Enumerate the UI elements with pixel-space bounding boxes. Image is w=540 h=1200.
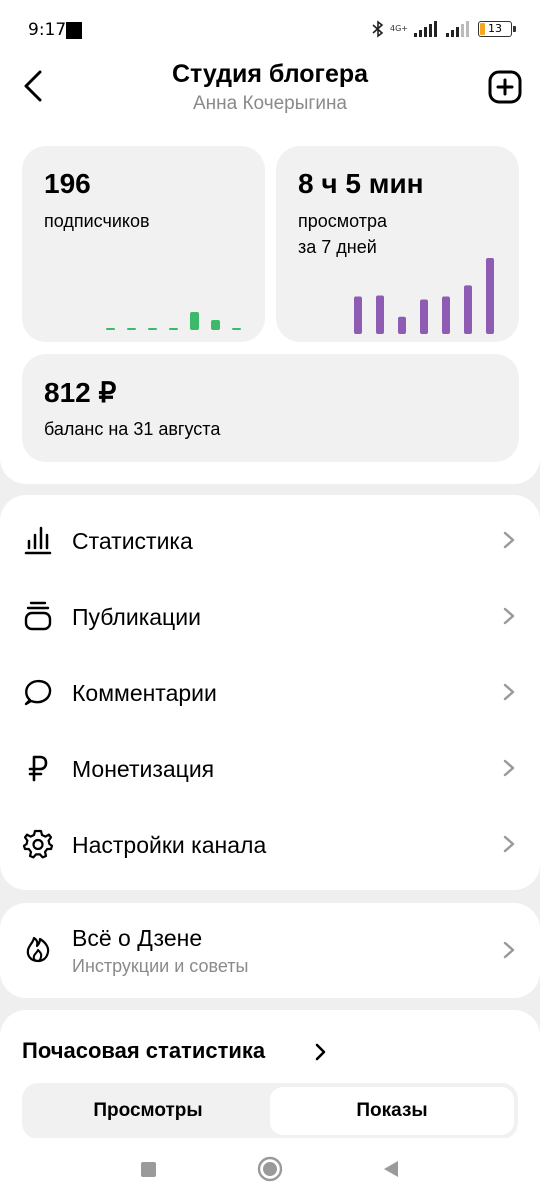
menu-label-monetization: Монетизация bbox=[72, 756, 215, 782]
flame-icon bbox=[26, 936, 50, 963]
signal-icon bbox=[414, 21, 437, 37]
hourly-tabs: Просмотры Показы bbox=[22, 1083, 518, 1139]
status-bar: 9:17 4G+ 13 bbox=[0, 0, 540, 60]
views-label-line1: просмотра bbox=[298, 211, 388, 231]
subscribers-bar bbox=[127, 328, 136, 330]
subscribers-bar bbox=[148, 328, 157, 330]
views-time: 8 ч 5 мин bbox=[298, 168, 424, 199]
system-nav-bar bbox=[0, 1138, 540, 1200]
subscribers-label: подписчиков bbox=[44, 211, 150, 231]
chevron-right-icon bbox=[503, 941, 515, 959]
channel-name: Анна Кочерыгина bbox=[192, 93, 347, 114]
subscribers-sparkline bbox=[106, 312, 241, 330]
speech-bubble-icon bbox=[24, 679, 52, 706]
chevron-right-icon bbox=[503, 607, 515, 625]
menu-card: Статистика Публикации Комментарии Монети… bbox=[0, 495, 540, 890]
hourly-stats-title[interactable]: Почасовая статистика bbox=[22, 1038, 265, 1064]
subscribers-bar bbox=[190, 312, 199, 330]
views-bar bbox=[486, 258, 494, 334]
views-bar bbox=[376, 295, 384, 334]
views-tile[interactable]: 8 ч 5 мин просмотра за 7 дней bbox=[276, 146, 519, 342]
status-time: 9:17 bbox=[28, 20, 67, 40]
balance-tile[interactable]: 812 ₽ баланс на 31 августа bbox=[22, 354, 519, 462]
about-zen-card[interactable]: Всё о Дзене Инструкции и советы bbox=[0, 903, 540, 998]
add-button[interactable] bbox=[488, 70, 522, 104]
home-icon[interactable] bbox=[255, 1154, 285, 1184]
subscribers-bar bbox=[106, 328, 115, 330]
chevron-right-icon bbox=[503, 835, 515, 853]
views-bar bbox=[420, 299, 428, 334]
battery-level: 13 bbox=[488, 22, 502, 35]
menu-label-publications: Публикации bbox=[72, 604, 201, 630]
studio-summary-card: Студия блогера Анна Кочерыгина 196 подпи… bbox=[0, 60, 540, 484]
balance-label: баланс на 31 августа bbox=[44, 419, 221, 439]
recent-apps-icon[interactable] bbox=[133, 1154, 163, 1184]
menu-item-statistics[interactable]: Статистика bbox=[0, 502, 540, 578]
views-bar bbox=[354, 296, 362, 334]
zen-subtitle: Инструкции и советы bbox=[72, 956, 249, 976]
menu-label-statistics: Статистика bbox=[72, 528, 193, 554]
subscribers-count: 196 bbox=[44, 168, 91, 199]
bar-chart-icon bbox=[24, 526, 52, 555]
menu-label-channel-settings: Настройки канала bbox=[72, 832, 267, 858]
menu-item-comments[interactable]: Комментарии bbox=[0, 654, 540, 730]
chevron-right-icon[interactable] bbox=[314, 1043, 326, 1061]
tab-views[interactable]: Просмотры bbox=[26, 1087, 270, 1135]
page-title: Студия блогера bbox=[171, 60, 369, 88]
menu-item-channel-settings[interactable]: Настройки канала bbox=[0, 806, 540, 882]
battery-icon: 13 bbox=[478, 21, 516, 37]
chevron-right-icon bbox=[503, 531, 515, 549]
subscribers-bar bbox=[211, 320, 220, 330]
subscribers-bar bbox=[232, 328, 241, 330]
bluetooth-icon bbox=[372, 20, 384, 38]
chevron-right-icon bbox=[503, 759, 515, 777]
notification-icon bbox=[66, 22, 82, 39]
menu-item-publications[interactable]: Публикации bbox=[0, 578, 540, 654]
views-label: просмотра за 7 дней bbox=[298, 208, 387, 260]
zen-title: Всё о Дзене bbox=[72, 925, 203, 951]
tab-impressions[interactable]: Показы bbox=[270, 1087, 514, 1135]
views-bar bbox=[464, 285, 472, 334]
views-bar bbox=[442, 296, 450, 334]
stack-icon bbox=[24, 601, 52, 631]
back-nav-icon[interactable] bbox=[376, 1154, 406, 1184]
subscribers-bar bbox=[169, 328, 178, 330]
signal-2-icon bbox=[446, 21, 469, 37]
status-icons: 4G+ 13 bbox=[372, 20, 516, 38]
network-type: 4G+ bbox=[390, 24, 408, 33]
chevron-right-icon bbox=[503, 683, 515, 701]
menu-label-comments: Комментарии bbox=[72, 680, 217, 706]
views-bar-chart bbox=[354, 258, 494, 334]
ruble-icon bbox=[28, 755, 48, 782]
subscribers-tile[interactable]: 196 подписчиков bbox=[22, 146, 265, 342]
balance-amount: 812 ₽ bbox=[44, 377, 117, 408]
menu-item-monetization[interactable]: Монетизация bbox=[0, 730, 540, 806]
gear-icon bbox=[22, 829, 54, 859]
views-bar bbox=[398, 316, 406, 334]
